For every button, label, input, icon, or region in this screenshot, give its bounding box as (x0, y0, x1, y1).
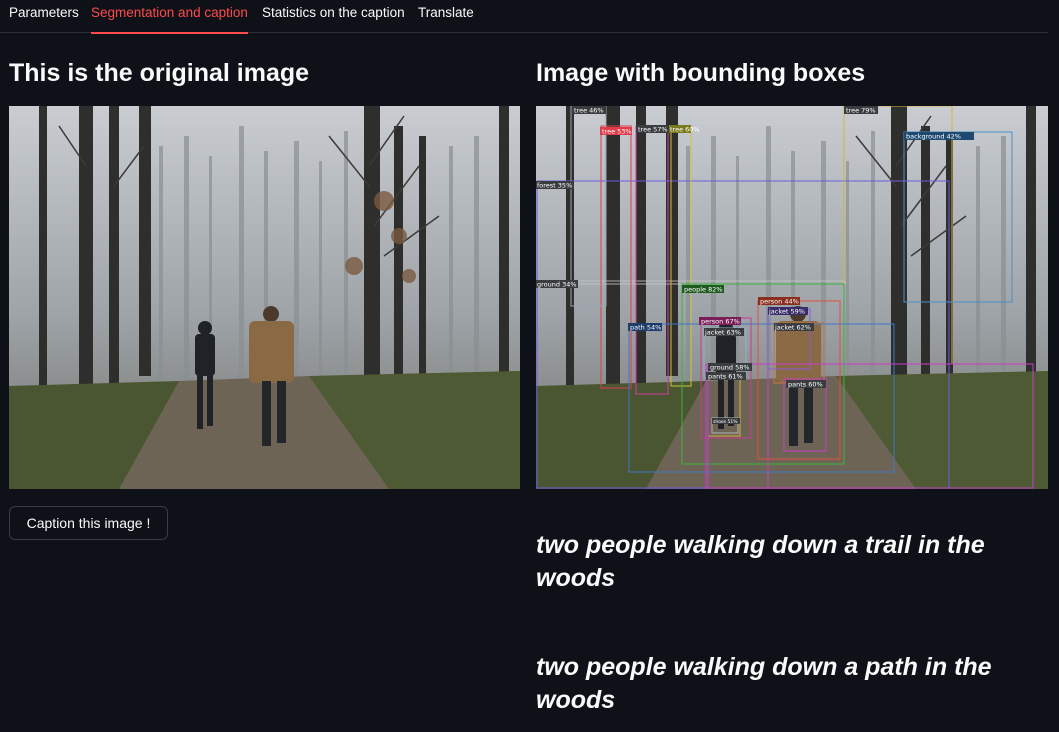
svg-text:path 54%: path 54% (630, 324, 661, 332)
tab-translate[interactable]: Translate (418, 4, 474, 33)
label-tree-53: tree 53% (600, 127, 632, 136)
caption-2: two people walking down a path in the wo… (536, 653, 992, 714)
label-jacket-63: jacket 63% (704, 328, 744, 337)
tab-segmentation-and-caption[interactable]: Segmentation and caption (91, 4, 248, 34)
label-forest: forest 35% (536, 181, 574, 190)
label-person-44: person 44% (758, 297, 800, 306)
tab-bar: Parameters Segmentation and caption Stat… (0, 0, 1048, 34)
svg-text:jacket 62%: jacket 62% (774, 324, 811, 332)
svg-text:ground 58%: ground 58% (710, 364, 750, 372)
label-people: people 82% (682, 285, 724, 294)
label-pants-61: pants 61% (706, 372, 746, 381)
svg-text:forest 35%: forest 35% (537, 182, 572, 190)
label-tree-46: tree 46% (572, 106, 606, 115)
svg-text:background 42%: background 42% (906, 133, 961, 141)
svg-text:tree 60%: tree 60% (670, 126, 700, 134)
segmented-image: tree 46% tree 53% tree 57% tree 60% tree… (536, 106, 1048, 489)
svg-text:jacket 63%: jacket 63% (704, 329, 741, 337)
svg-text:tree 53%: tree 53% (602, 128, 632, 136)
svg-text:ground 34%: ground 34% (537, 281, 577, 289)
svg-text:jacket 59%: jacket 59% (768, 308, 805, 316)
tab-parameters[interactable]: Parameters (9, 4, 79, 33)
label-tree-60: tree 60% (669, 125, 700, 134)
tab-segmentation-label: Segmentation and caption (91, 5, 248, 20)
label-background: background 42% (904, 132, 974, 141)
label-ground-58: ground 58% (708, 363, 752, 372)
tab-statistics[interactable]: Statistics on the caption (262, 4, 405, 33)
svg-text:tree 46%: tree 46% (574, 107, 604, 115)
svg-text:shoes 51%: shoes 51% (713, 419, 738, 425)
label-ground-34: ground 34% (536, 280, 578, 289)
svg-text:tree 79%: tree 79% (846, 107, 876, 115)
label-tree-79: tree 79% (844, 106, 878, 115)
svg-text:person 44%: person 44% (760, 298, 799, 306)
svg-text:people 82%: people 82% (684, 286, 723, 294)
original-image-title: This is the original image (9, 59, 310, 87)
label-jacket-59: jacket 59% (768, 307, 808, 316)
caption-image-button[interactable]: Caption this image ! (9, 506, 168, 540)
label-jacket-62: jacket 62% (774, 323, 814, 332)
caption-1: two people walking down a trail in the w… (536, 531, 985, 592)
svg-text:pants 60%: pants 60% (788, 381, 823, 389)
svg-text:tree 57%: tree 57% (638, 126, 668, 134)
svg-text:person 67%: person 67% (701, 318, 740, 326)
label-path: path 54% (628, 323, 662, 332)
label-shoes: shoes 51% (712, 418, 740, 425)
label-tree-57: tree 57% (636, 125, 670, 134)
svg-text:pants 61%: pants 61% (708, 373, 743, 381)
label-person-67: person 67% (699, 317, 741, 326)
bounding-boxes-title: Image with bounding boxes (536, 59, 866, 87)
label-pants-60: pants 60% (786, 380, 826, 389)
original-image (9, 106, 520, 489)
active-tab-underline (91, 32, 248, 34)
